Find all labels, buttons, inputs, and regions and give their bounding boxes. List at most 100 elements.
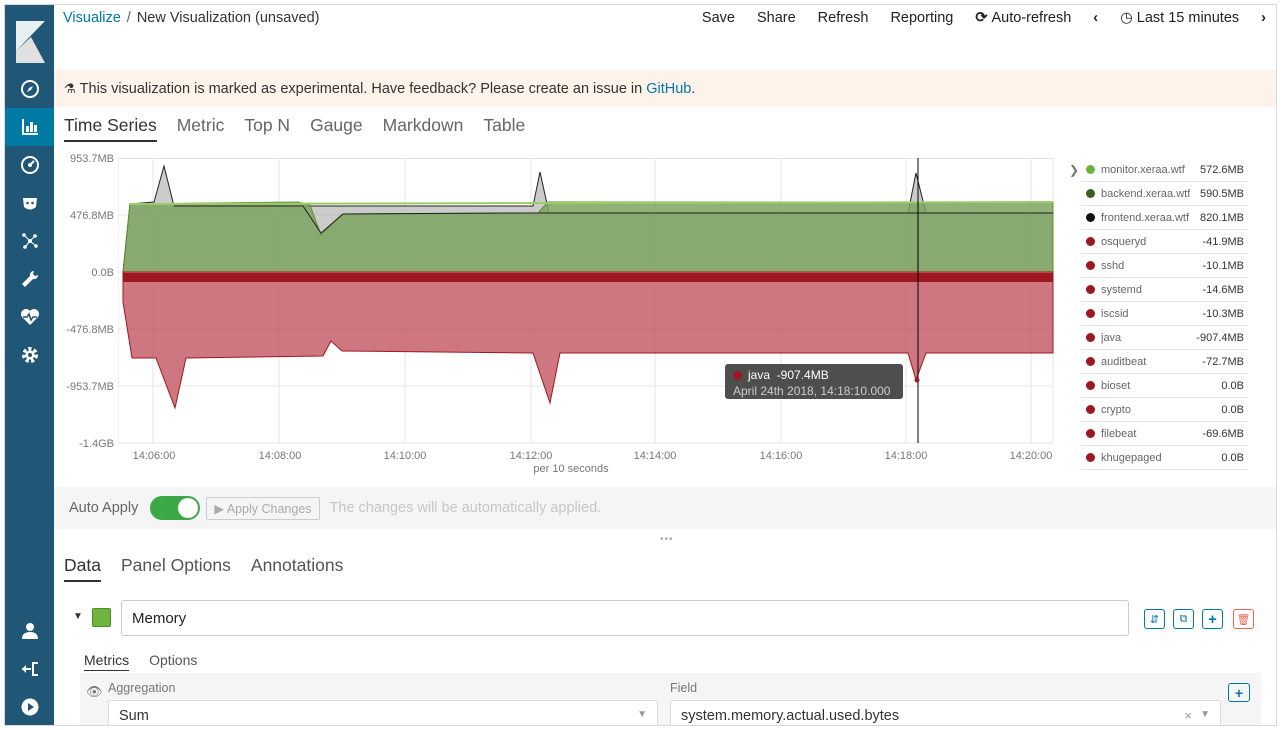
tab-metric[interactable]: Metric bbox=[177, 115, 225, 142]
legend-color-dot bbox=[1086, 429, 1095, 438]
breadcrumb-separator: / bbox=[126, 10, 131, 26]
chevron-down-icon: ▼ bbox=[637, 709, 647, 720]
compass-icon bbox=[20, 80, 39, 98]
legend-item-value: -907.4MB bbox=[1196, 331, 1244, 344]
legend-item[interactable]: backend.xeraa.wtf 590.5MB bbox=[1081, 182, 1248, 206]
legend-color-dot bbox=[1086, 357, 1095, 366]
field-select[interactable]: system.memory.actual.used.bytes × ▼ bbox=[670, 700, 1221, 725]
chevron-down-icon: ▼ bbox=[1200, 709, 1210, 720]
plus-icon: + bbox=[1208, 610, 1217, 628]
x-tick-label: 14:08:00 bbox=[258, 450, 302, 462]
add-metric-button[interactable]: + bbox=[1228, 683, 1250, 702]
auto-apply-toggle[interactable] bbox=[150, 496, 201, 520]
nav-dashboard[interactable] bbox=[5, 146, 54, 184]
legend-item[interactable]: systemd -14.6MB bbox=[1081, 278, 1248, 302]
save-button[interactable]: Save bbox=[702, 10, 735, 26]
y-tick-label: 476.8MB bbox=[69, 210, 114, 222]
legend-item-name: filebeat bbox=[1101, 427, 1137, 440]
chart-plot-area bbox=[118, 158, 1054, 444]
share-button[interactable]: Share bbox=[757, 10, 796, 26]
x-tick-label: 14:20:00 bbox=[1009, 450, 1053, 462]
gear-icon bbox=[21, 347, 38, 363]
legend-item[interactable]: iscsid -10.3MB bbox=[1081, 302, 1248, 326]
auto-refresh-button[interactable]: ⟳ Auto-refresh bbox=[975, 10, 1071, 26]
nav-visualize[interactable] bbox=[5, 108, 54, 146]
apply-changes-button[interactable]: ▶ Apply Changes bbox=[206, 496, 320, 520]
delete-series-button[interactable]: 🗑 bbox=[1233, 609, 1254, 629]
reorder-series-button[interactable]: ⇵ bbox=[1144, 609, 1165, 629]
tooltip-series: java -907.4MB bbox=[733, 368, 895, 382]
legend-item[interactable]: sshd -10.1MB bbox=[1081, 254, 1248, 278]
legend-item[interactable]: crypto 0.0B bbox=[1081, 398, 1248, 422]
collapse-caret-icon[interactable]: ▼ bbox=[73, 611, 83, 622]
nav-management[interactable] bbox=[5, 336, 54, 374]
add-series-button[interactable]: + bbox=[1202, 609, 1223, 629]
series-label-input[interactable] bbox=[121, 600, 1129, 636]
legend-item[interactable]: filebeat -69.6MB bbox=[1081, 422, 1248, 446]
tab-data[interactable]: Data bbox=[64, 555, 101, 582]
legend-item-value: -41.9MB bbox=[1202, 235, 1244, 248]
x-tick-label: 14:14:00 bbox=[633, 450, 677, 462]
tab-table[interactable]: Table bbox=[483, 115, 525, 142]
eye-icon[interactable]: 👁 bbox=[86, 684, 103, 700]
visualization-type-tabs: Time Series Metric Top N Gauge Markdown … bbox=[64, 115, 545, 142]
legend-item[interactable]: java -907.4MB bbox=[1081, 326, 1248, 350]
legend-item[interactable]: frontend.xeraa.wtf 820.1MB bbox=[1081, 206, 1248, 230]
time-back-button[interactable]: ‹ bbox=[1093, 10, 1098, 26]
reporting-button[interactable]: Reporting bbox=[890, 10, 953, 26]
nav-collapse[interactable] bbox=[5, 688, 54, 725]
legend-item-name: osqueryd bbox=[1101, 235, 1147, 248]
time-forward-button[interactable]: › bbox=[1261, 10, 1266, 26]
breadcrumb: Visualize / New Visualization (unsaved) bbox=[63, 10, 320, 26]
tab-gauge[interactable]: Gauge bbox=[310, 115, 363, 142]
breadcrumb-visualize-link[interactable]: Visualize bbox=[63, 10, 121, 26]
panel-resize-handle[interactable]: ••• bbox=[660, 534, 674, 545]
nav-timelion[interactable] bbox=[5, 184, 54, 222]
logout-icon bbox=[21, 662, 38, 676]
tab-options[interactable]: Options bbox=[149, 652, 197, 671]
nav-monitoring[interactable] bbox=[5, 298, 54, 336]
tab-top-n[interactable]: Top N bbox=[244, 115, 290, 142]
auto-apply-label: Auto Apply bbox=[69, 500, 139, 516]
nav-logout[interactable] bbox=[5, 650, 54, 688]
legend-item-name: sshd bbox=[1101, 259, 1125, 272]
legend-color-dot bbox=[1086, 237, 1095, 246]
clone-series-button[interactable]: ⧉ bbox=[1173, 609, 1194, 629]
time-series-chart[interactable]: 953.7MB 476.8MB 0.0B -476.8MB -953.7MB -… bbox=[54, 150, 1064, 480]
nav-machine-learning[interactable] bbox=[5, 222, 54, 260]
top-bar: Visualize / New Visualization (unsaved) Sa… bbox=[54, 5, 1276, 70]
kibana-logo[interactable] bbox=[5, 5, 54, 70]
legend-toggle-icon[interactable]: ❯ bbox=[1069, 163, 1079, 177]
field-label: Field bbox=[670, 681, 698, 695]
legend-item-value: 590.5MB bbox=[1199, 187, 1244, 200]
tab-annotations[interactable]: Annotations bbox=[251, 555, 343, 582]
legend-item[interactable]: osqueryd -41.9MB bbox=[1081, 230, 1248, 254]
time-range-button[interactable]: ◷ Last 15 minutes bbox=[1120, 10, 1239, 26]
tab-metrics[interactable]: Metrics bbox=[84, 652, 130, 671]
legend-item-value: -69.6MB bbox=[1202, 427, 1244, 440]
series-sub-tabs: Metrics Options bbox=[84, 652, 217, 671]
nav-user[interactable] bbox=[5, 612, 54, 650]
legend-item[interactable]: monitor.xeraa.wtf 572.6MB bbox=[1081, 158, 1248, 182]
legend-item[interactable]: auditbeat -72.7MB bbox=[1081, 350, 1248, 374]
refresh-button[interactable]: Refresh bbox=[818, 10, 869, 26]
sort-icon: ⇵ bbox=[1149, 613, 1160, 626]
nav-dev-tools[interactable] bbox=[5, 260, 54, 298]
legend-item-name: backend.xeraa.wtf bbox=[1101, 187, 1191, 200]
legend-item[interactable]: khugepaged 0.0B bbox=[1081, 446, 1248, 470]
tab-panel-options[interactable]: Panel Options bbox=[121, 555, 231, 582]
clear-icon[interactable]: × bbox=[1184, 708, 1192, 723]
tab-markdown[interactable]: Markdown bbox=[383, 115, 464, 142]
nav-discover[interactable] bbox=[5, 70, 54, 108]
legend-color-dot bbox=[1086, 309, 1095, 318]
legend-color-dot bbox=[1086, 189, 1095, 198]
github-link[interactable]: GitHub bbox=[646, 81, 691, 97]
tab-time-series[interactable]: Time Series bbox=[64, 115, 157, 142]
tooltip-time: April 24th 2018, 14:18:10.000 bbox=[733, 384, 891, 398]
series-color-swatch[interactable] bbox=[92, 608, 111, 627]
legend-item[interactable]: bioset 0.0B bbox=[1081, 374, 1248, 398]
aggregation-select[interactable]: Sum ▼ bbox=[108, 700, 658, 725]
aggregation-value: Sum bbox=[119, 708, 149, 724]
y-tick-label: 953.7MB bbox=[69, 153, 114, 165]
gauge-icon bbox=[20, 156, 39, 174]
